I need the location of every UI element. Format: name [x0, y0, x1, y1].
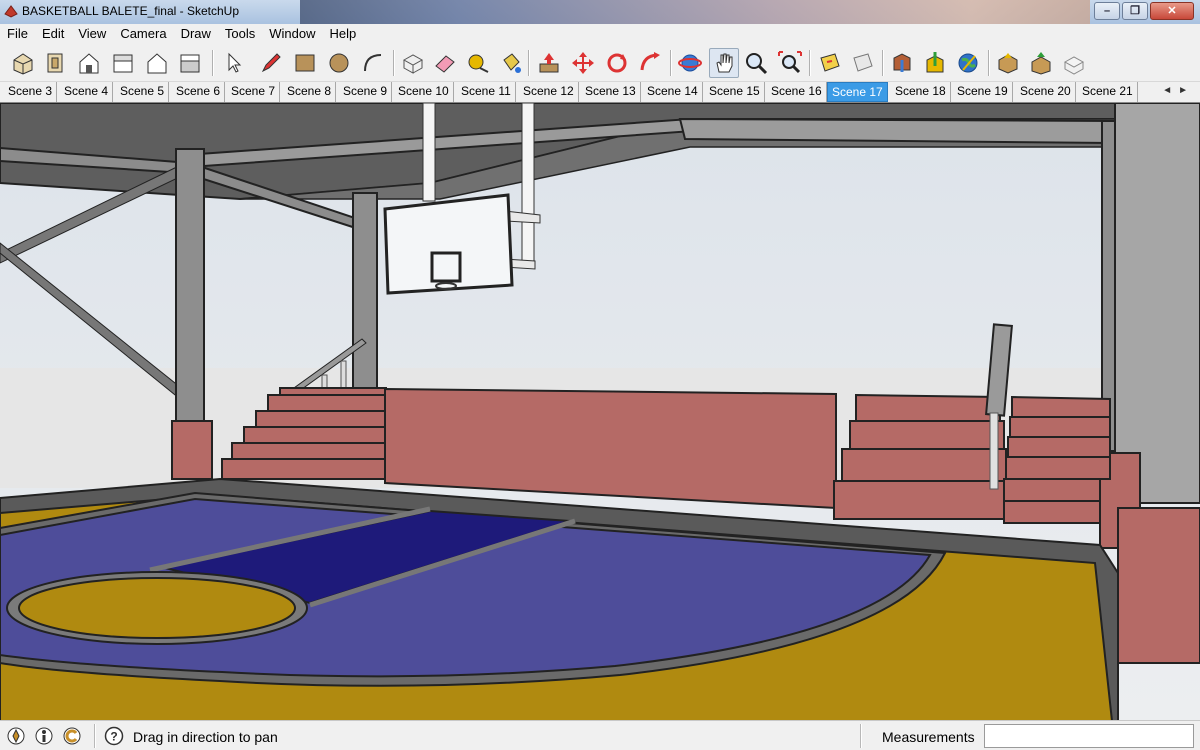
- tab-scene-17[interactable]: Scene 17: [827, 82, 888, 102]
- menu-edit[interactable]: Edit: [35, 24, 71, 44]
- desktop-background-strip: [300, 0, 1090, 24]
- tab-scene-10[interactable]: Scene 10: [394, 82, 454, 102]
- tab-scene-21[interactable]: Scene 21: [1078, 82, 1138, 102]
- scene-tabs-bar: Scene 3 Scene 4 Scene 5 Scene 6 Scene 7 …: [0, 82, 1200, 102]
- bleachers-right: [833, 393, 1111, 524]
- zoom-extents-icon[interactable]: [775, 48, 805, 78]
- left-view-icon[interactable]: [175, 48, 205, 78]
- column-left: [175, 148, 205, 426]
- scroll-left-icon[interactable]: ◄: [1162, 85, 1178, 96]
- paint-bucket-icon[interactable]: [496, 48, 526, 78]
- right-view-icon[interactable]: [108, 48, 138, 78]
- select-icon[interactable]: [218, 48, 248, 78]
- help-icon[interactable]: ?: [104, 726, 124, 746]
- front-view-icon[interactable]: [74, 48, 104, 78]
- scroll-right-icon[interactable]: ►: [1178, 85, 1194, 96]
- follow-me-icon[interactable]: [635, 48, 665, 78]
- measurements-field[interactable]: [984, 724, 1194, 748]
- menu-help[interactable]: Help: [323, 24, 364, 44]
- column-right-near: [1114, 103, 1200, 504]
- tab-scene-16[interactable]: Scene 16: [767, 82, 827, 102]
- tab-scene-9[interactable]: Scene 9: [339, 82, 393, 102]
- menu-file[interactable]: File: [0, 24, 35, 44]
- menu-window[interactable]: Window: [262, 24, 322, 44]
- tab-scene-19[interactable]: Scene 19: [953, 82, 1013, 102]
- minimize-button[interactable]: –: [1094, 2, 1120, 20]
- menu-bar: File Edit View Camera Draw Tools Window …: [0, 24, 1200, 44]
- iso-view-icon[interactable]: [8, 48, 38, 78]
- tab-scene-5[interactable]: Scene 5: [116, 82, 170, 102]
- user-icon[interactable]: [62, 726, 82, 746]
- menu-draw[interactable]: Draw: [174, 24, 218, 44]
- railing-post-right: [989, 412, 999, 490]
- close-button[interactable]: ✕: [1150, 2, 1194, 20]
- scene-scroll-arrows[interactable]: ◄►: [1162, 85, 1194, 96]
- maximize-button[interactable]: ❐: [1122, 2, 1148, 20]
- column-mid: [352, 192, 378, 392]
- circle-icon[interactable]: [324, 48, 354, 78]
- extension-icon[interactable]: [1059, 48, 1089, 78]
- tape-measure-icon[interactable]: [463, 48, 493, 78]
- tab-scene-20[interactable]: Scene 20: [1016, 82, 1076, 102]
- model-viewport[interactable]: [0, 102, 1200, 720]
- menu-tools[interactable]: Tools: [218, 24, 262, 44]
- free-throw-circle: [18, 577, 296, 639]
- menu-camera[interactable]: Camera: [113, 24, 173, 44]
- title-bar: BASKETBALL BALETE_final - SketchUp – ❐ ✕: [0, 0, 1200, 24]
- status-hint: Drag in direction to pan: [133, 729, 278, 745]
- tab-scene-18[interactable]: Scene 18: [891, 82, 951, 102]
- tab-scene-11[interactable]: Scene 11: [457, 82, 516, 102]
- push-pull-icon[interactable]: [534, 48, 564, 78]
- main-toolbar: [0, 44, 1200, 82]
- orbit-icon[interactable]: [675, 48, 705, 78]
- share-component-icon[interactable]: [1026, 48, 1056, 78]
- column-left-base: [171, 420, 213, 480]
- zoom-icon[interactable]: [741, 48, 771, 78]
- get-models-icon[interactable]: [887, 48, 917, 78]
- basketball-court-model: [0, 103, 1200, 720]
- pan-icon[interactable]: [709, 48, 739, 78]
- get-components-icon[interactable]: [993, 48, 1023, 78]
- sketchup-app-icon: [4, 5, 18, 18]
- section-plane-icon[interactable]: [815, 48, 845, 78]
- tab-scene-15[interactable]: Scene 15: [705, 82, 765, 102]
- tab-scene-12[interactable]: Scene 12: [519, 82, 579, 102]
- column-right-near-base: [1117, 507, 1200, 664]
- roof-beam-right: [678, 117, 1117, 145]
- tab-scene-7[interactable]: Scene 7: [227, 82, 281, 102]
- google-earth-icon[interactable]: [953, 48, 983, 78]
- tab-scene-8[interactable]: Scene 8: [283, 82, 337, 102]
- tab-scene-4[interactable]: Scene 4: [60, 82, 114, 102]
- geo-location-icon[interactable]: [6, 726, 26, 746]
- tab-scene-14[interactable]: Scene 14: [643, 82, 703, 102]
- eraser-icon[interactable]: [430, 48, 460, 78]
- measurements-label: Measurements: [882, 729, 975, 745]
- pencil-icon[interactable]: [256, 48, 286, 78]
- credits-icon[interactable]: [34, 726, 54, 746]
- status-bar: ? Drag in direction to pan Measurements: [0, 720, 1200, 750]
- tab-scene-6[interactable]: Scene 6: [172, 82, 226, 102]
- move-icon[interactable]: [568, 48, 598, 78]
- close-icon: ✕: [1167, 5, 1177, 17]
- rectangle-icon[interactable]: [290, 48, 320, 78]
- rotate-icon[interactable]: [602, 48, 632, 78]
- share-model-icon[interactable]: [920, 48, 950, 78]
- hoop-support-pole-1: [422, 103, 436, 202]
- hoop-support-pole-2: [521, 103, 535, 262]
- minimize-icon: –: [1103, 5, 1111, 17]
- section-display-icon[interactable]: [848, 48, 878, 78]
- tab-scene-13[interactable]: Scene 13: [581, 82, 641, 102]
- tab-scene-3[interactable]: Scene 3: [4, 82, 58, 102]
- svg-text:?: ?: [110, 730, 117, 744]
- make-component-icon[interactable]: [398, 48, 428, 78]
- top-view-icon[interactable]: [40, 48, 70, 78]
- maximize-icon: ❐: [1130, 5, 1140, 17]
- back-view-icon[interactable]: [142, 48, 172, 78]
- backboard: [383, 193, 514, 295]
- menu-view[interactable]: View: [71, 24, 113, 44]
- arc-icon[interactable]: [358, 48, 388, 78]
- window-title: BASKETBALL BALETE_final - SketchUp: [22, 4, 239, 18]
